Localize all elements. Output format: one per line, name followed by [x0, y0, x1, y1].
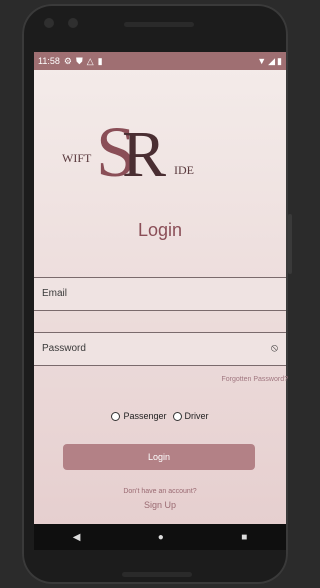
login-button[interactable]: Login	[63, 444, 255, 470]
wifi-icon: ▼	[257, 56, 267, 66]
camera-icon	[44, 18, 54, 28]
status-bar: 11:58 ⚙ ⛊ △ ▮ ▼ ◢ ▮	[34, 52, 286, 70]
side-button	[288, 214, 292, 274]
logo-suffix: IDE	[174, 163, 194, 177]
alert-triangle-icon: △	[86, 55, 94, 66]
signal-icon: ◢	[268, 55, 276, 66]
logo-letter-r: R	[122, 118, 166, 188]
radio-driver[interactable]: Driver	[172, 411, 209, 421]
home-icon[interactable]: ●	[158, 532, 164, 543]
forgot-password-link[interactable]: Forgotten Password?	[221, 376, 288, 383]
sim-icon: ▮	[97, 55, 103, 66]
shield-icon: ⛊	[75, 55, 83, 66]
sensor-icon	[68, 18, 78, 28]
password-field[interactable]: Password ⦸	[34, 332, 286, 366]
email-field[interactable]: Email	[34, 277, 286, 311]
eye-off-icon[interactable]: ⦸	[271, 342, 278, 355]
battery-icon: ▮	[277, 55, 282, 66]
radio-circle-icon[interactable]	[111, 411, 121, 421]
logo-prefix: WIFT	[62, 151, 92, 165]
radio-passenger[interactable]: Passenger	[111, 411, 167, 421]
email-label: Email	[42, 288, 68, 299]
no-account-text: Don't have an account?	[123, 488, 197, 495]
page-title: Login	[137, 220, 183, 240]
back-icon[interactable]: ◀	[73, 532, 81, 543]
recent-apps-icon[interactable]: ■	[241, 532, 247, 543]
passenger-label: Passenger	[123, 411, 167, 421]
password-label: Password	[42, 343, 86, 354]
status-time: 11:58	[38, 56, 60, 66]
speaker	[124, 22, 194, 27]
radio-circle-icon[interactable]	[172, 411, 182, 421]
app-logo: WIFT S R IDE	[62, 118, 194, 188]
sign-up-link[interactable]: Sign Up	[34, 500, 286, 510]
driver-label: Driver	[184, 411, 209, 421]
gear-icon: ⚙	[63, 55, 72, 66]
system-nav-bar: ◀ ● ■	[34, 524, 286, 550]
speaker-bottom	[122, 572, 192, 577]
role-selector: Passenger Driver	[34, 411, 286, 421]
